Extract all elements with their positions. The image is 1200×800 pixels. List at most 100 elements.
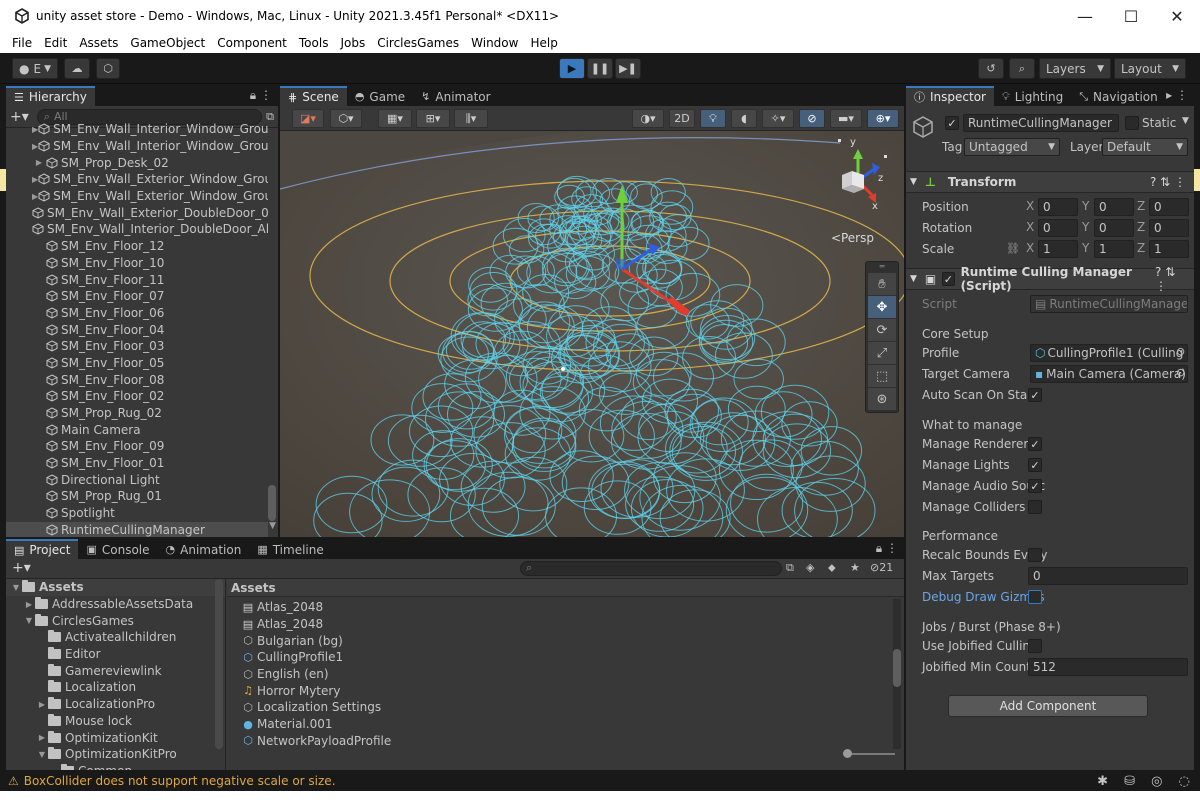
hierarchy-item[interactable]: SM_Env_Floor_08 bbox=[6, 371, 268, 388]
asset-item[interactable]: ⬡ Bulgarian (bg) bbox=[227, 632, 887, 649]
rect-tool-button[interactable]: ⬚ bbox=[868, 365, 896, 387]
grid-toggle-button[interactable]: ⊞▾ bbox=[416, 109, 450, 128]
render-mode-button[interactable]: ◑▾ bbox=[632, 109, 664, 128]
hierarchy-item[interactable]: SM_Prop_Rug_01 bbox=[6, 488, 268, 505]
create-asset-button[interactable]: +▾ bbox=[12, 560, 31, 576]
fold-right-icon[interactable]: ▶ bbox=[36, 700, 48, 709]
folder-tree-item[interactable]: ▶ LocalizationPro bbox=[6, 696, 225, 713]
menu-assets[interactable]: Assets bbox=[79, 36, 118, 50]
folder-tree-item[interactable]: ▼ CirclesGames bbox=[6, 612, 225, 629]
recalc-bounds-checkbox[interactable] bbox=[1028, 548, 1042, 562]
lock-icon[interactable]: 🔒︎ ⋮ bbox=[250, 88, 272, 103]
folder-tree-item[interactable]: Editor bbox=[6, 646, 225, 663]
history-button[interactable]: ↺ bbox=[978, 58, 1004, 79]
position-y-input[interactable]: 0 bbox=[1094, 198, 1134, 216]
rotation-x-input[interactable]: 0 bbox=[1038, 219, 1078, 237]
hierarchy-item[interactable]: SM_Env_Floor_04 bbox=[6, 321, 268, 338]
hierarchy-item[interactable]: SM_Env_Floor_06 bbox=[6, 305, 268, 322]
menu-circlesgames[interactable]: CirclesGames bbox=[377, 36, 459, 50]
asset-item[interactable]: ♫ Horror Mytery bbox=[227, 682, 887, 699]
fold-right-icon[interactable]: ▶ bbox=[32, 158, 46, 167]
asset-item[interactable]: ⬡ CullingProfile1 bbox=[227, 649, 887, 666]
menu-edit[interactable]: Edit bbox=[44, 36, 67, 50]
folder-tree-item[interactable]: Mouse lock bbox=[6, 713, 225, 730]
tag-dropdown[interactable]: Untagged ▼ bbox=[964, 138, 1060, 156]
filter-type-icon[interactable]: ◈ bbox=[806, 561, 814, 574]
menu-file[interactable]: File bbox=[12, 36, 32, 50]
manage-audio-checkbox[interactable]: ✓ bbox=[1028, 479, 1042, 493]
static-dropdown-icon[interactable]: ▼ bbox=[1182, 116, 1189, 126]
project-breadcrumb[interactable]: Assets bbox=[227, 579, 904, 597]
max-targets-input[interactable]: 0 bbox=[1028, 567, 1188, 585]
manage-lights-checkbox[interactable]: ✓ bbox=[1028, 458, 1042, 472]
favorite-icon[interactable]: ★ bbox=[850, 561, 860, 574]
debug-gizmos-checkbox[interactable] bbox=[1028, 590, 1042, 604]
rotation-z-label[interactable]: Z bbox=[1137, 220, 1145, 234]
transform-header[interactable]: ▼ ⊥ Transform ? ⇅ ⋮ bbox=[906, 171, 1194, 193]
menu-gameobject[interactable]: GameObject bbox=[130, 36, 205, 50]
menu-jobs[interactable]: Jobs bbox=[340, 36, 365, 50]
hierarchy-item[interactable]: SM_Env_Floor_01 bbox=[6, 455, 268, 472]
position-x-label[interactable]: X bbox=[1026, 199, 1034, 213]
persp-label[interactable]: <Persp bbox=[831, 231, 874, 245]
scale-x-input[interactable]: 1 bbox=[1038, 240, 1078, 258]
move-tool-button[interactable]: ✥ bbox=[868, 296, 896, 318]
tab-game[interactable]: ◓ Game bbox=[347, 86, 413, 106]
position-z-input[interactable]: 0 bbox=[1149, 198, 1189, 216]
asset-item[interactable]: ● Material.001 bbox=[227, 716, 887, 733]
hierarchy-item[interactable]: SM_Env_Floor_05 bbox=[6, 355, 268, 372]
auto-scan-checkbox[interactable]: ✓ bbox=[1028, 388, 1042, 402]
lock-icon[interactable]: 🔒︎ ⋮ bbox=[876, 541, 898, 556]
hierarchy-item[interactable]: ▶ SM_Prop_Desk_02 bbox=[6, 154, 268, 171]
scale-y-label[interactable]: Y bbox=[1082, 241, 1089, 255]
object-picker-icon[interactable]: ⊙ bbox=[1176, 345, 1185, 358]
icon-size-slider-handle[interactable] bbox=[843, 749, 852, 758]
asset-item[interactable]: ▤ Atlas_2048 bbox=[227, 599, 887, 616]
pause-button[interactable]: ❚❚ bbox=[587, 58, 613, 79]
hierarchy-item[interactable]: SM_Env_Wall_Interior_DoubleDoor_Alt_ bbox=[6, 221, 268, 238]
scale-x-label[interactable]: X bbox=[1026, 241, 1034, 255]
tab-navigation[interactable]: ⤡ Navigation bbox=[1071, 86, 1166, 106]
draw-mode-button[interactable]: ◪▾ bbox=[292, 109, 324, 128]
component-menu-icon[interactable]: ? ⇅ ⋮ bbox=[1155, 265, 1186, 293]
folder-tree-item[interactable]: ▼ Assets bbox=[6, 579, 225, 596]
tab-animator[interactable]: ↯ Animator bbox=[413, 86, 498, 106]
more-tabs-icon[interactable]: ▸ ⋮ bbox=[1166, 88, 1188, 102]
rotation-x-label[interactable]: X bbox=[1026, 220, 1034, 234]
folder-tree-item[interactable]: Activateallchildren bbox=[6, 629, 225, 646]
position-x-input[interactable]: 0 bbox=[1038, 198, 1078, 216]
hierarchy-scrollbar[interactable] bbox=[268, 485, 276, 521]
tab-lighting[interactable]: 💡︎ Lighting bbox=[994, 86, 1071, 106]
menu-window[interactable]: Window bbox=[471, 36, 518, 50]
asset-item[interactable]: ⬡ English (en) bbox=[227, 666, 887, 683]
play-button[interactable]: ▶ bbox=[559, 58, 585, 79]
step-button[interactable]: ▶❚ bbox=[615, 58, 641, 79]
menu-tools[interactable]: Tools bbox=[299, 36, 329, 50]
tab-inspector[interactable]: ⓘ Inspector bbox=[906, 86, 994, 106]
profile-field[interactable]: ⬡ CullingProfile1 (Culling Pro bbox=[1030, 344, 1188, 362]
toggle-2d-button[interactable]: 2D bbox=[669, 109, 695, 128]
folder-tree-item[interactable]: Common bbox=[6, 763, 225, 770]
hierarchy-item[interactable]: ▶ SM_Env_Wall_Interior_Window_Ground bbox=[6, 138, 268, 155]
scroll-down-icon[interactable]: ▼ bbox=[269, 521, 276, 531]
scale-z-input[interactable]: 1 bbox=[1149, 240, 1189, 258]
hierarchy-item[interactable]: SM_Env_Wall_Exterior_DoubleDoor_01 bbox=[6, 204, 268, 221]
hierarchy-item[interactable]: ▶ SM_Env_Wall_Exterior_Window_Ground bbox=[6, 188, 268, 205]
cloud-sync-icon[interactable]: ◌ bbox=[1179, 774, 1190, 789]
transform-tool-button[interactable]: ⊛ bbox=[868, 388, 896, 410]
hidden-packages-button[interactable]: ⊘21 bbox=[870, 561, 893, 574]
hierarchy-item[interactable]: Main Camera bbox=[6, 421, 268, 438]
tab-animation[interactable]: ◔ Animation bbox=[158, 539, 250, 559]
rotate-tool-button[interactable]: ⟳ bbox=[868, 319, 896, 341]
folder-tree-item[interactable]: ▶ AddressableAssetsData bbox=[6, 596, 225, 613]
fold-right-icon[interactable]: ▶ bbox=[36, 733, 48, 742]
hierarchy-item[interactable]: SM_Env_Floor_12 bbox=[6, 238, 268, 255]
hierarchy-item[interactable]: SM_Prop_Rug_02 bbox=[6, 405, 268, 422]
grid-snap-button[interactable]: ▦▾ bbox=[378, 109, 412, 128]
scale-y-input[interactable]: 1 bbox=[1094, 240, 1134, 258]
object-name-field[interactable]: RuntimeCullingManager bbox=[963, 114, 1119, 132]
account-dropdown[interactable]: ● E ▼ bbox=[12, 58, 58, 79]
script-enabled-checkbox[interactable]: ✓ bbox=[942, 272, 955, 286]
layer-dropdown[interactable]: Default ▼ bbox=[1102, 138, 1188, 156]
tab-console[interactable]: ▣ Console bbox=[78, 539, 157, 559]
